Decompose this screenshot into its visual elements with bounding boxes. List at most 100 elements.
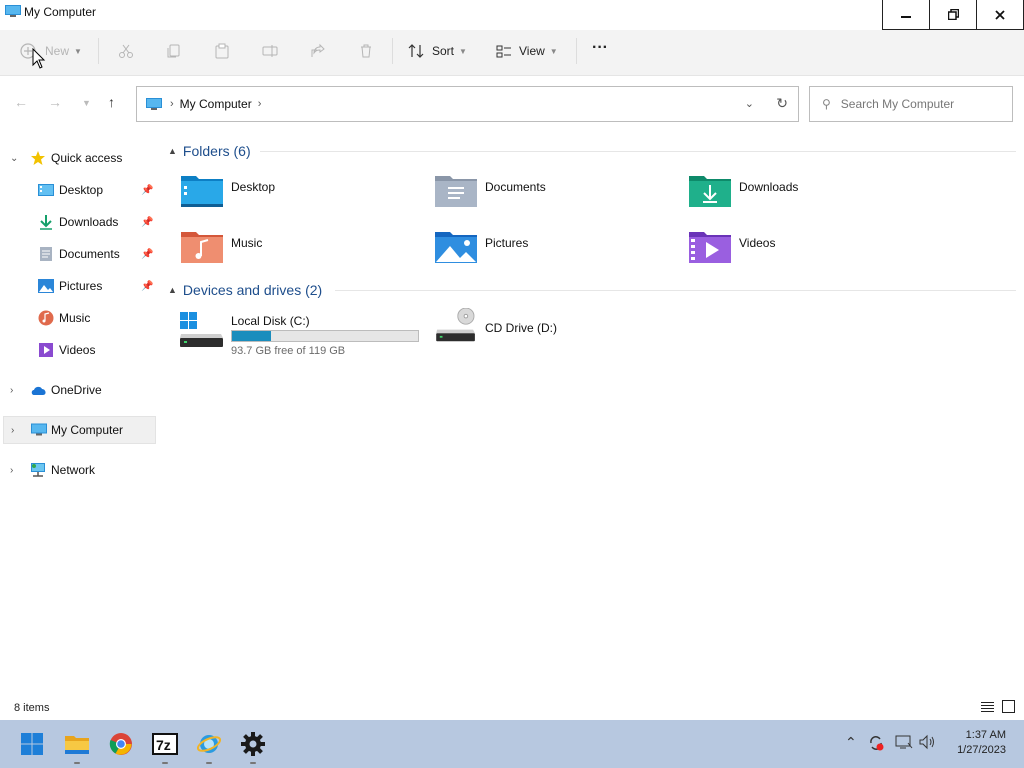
more-options-button[interactable]: ··· <box>592 35 608 61</box>
rename-button[interactable] <box>262 38 278 64</box>
breadcrumb-my-computer[interactable]: My Computer <box>180 97 252 111</box>
music-folder-icon <box>181 232 223 263</box>
folder-tile-music[interactable]: Music <box>180 228 420 272</box>
taskbar-file-explorer[interactable] <box>61 728 93 764</box>
sidebar-item-onedrive[interactable]: › OneDrive <box>0 376 156 404</box>
7zip-icon: 7z <box>152 733 178 755</box>
sync-status-icon[interactable] <box>867 734 885 755</box>
recent-locations-button[interactable]: ▼ <box>82 98 91 108</box>
running-indicator <box>250 762 256 764</box>
folder-tile-desktop[interactable]: Desktop <box>180 172 420 216</box>
back-button[interactable]: ← <box>14 94 28 110</box>
search-icon: ⚲ <box>822 97 831 111</box>
paste-icon <box>215 43 229 59</box>
onedrive-label: OneDrive <box>51 383 102 397</box>
forward-button[interactable]: → <box>48 94 62 110</box>
group-divider <box>335 290 1016 291</box>
music-icon <box>38 310 54 326</box>
pin-icon: 📌 <box>141 216 154 228</box>
item-count: 8 items <box>14 702 50 714</box>
network-icon <box>30 462 46 478</box>
documents-icon <box>38 246 54 262</box>
drives-group-header[interactable]: ▲ Devices and drives (2) <box>168 280 322 300</box>
start-icon <box>21 733 43 755</box>
sidebar-item-downloads[interactable]: Downloads 📌 <box>0 208 156 236</box>
sidebar-item-documents[interactable]: Documents 📌 <box>0 240 156 268</box>
refresh-icon[interactable]: ↻ <box>776 95 788 112</box>
folder-label: Downloads <box>739 180 799 194</box>
drive-tile-local-disk[interactable]: Local Disk (C:) 93.7 GB free of 119 GB <box>180 312 420 357</box>
sort-button[interactable]: Sort ▼ <box>408 38 467 64</box>
group-divider <box>260 151 1016 152</box>
restore-button[interactable] <box>930 0 977 30</box>
clock-date: 1/27/2023 <box>957 744 1006 756</box>
folders-group-header[interactable]: ▲ Folders (6) <box>168 141 251 161</box>
network-status-icon[interactable] <box>895 734 913 753</box>
my-computer-app-icon <box>5 5 21 17</box>
desktop-icon <box>38 182 54 198</box>
new-button[interactable]: New ▼ <box>20 38 82 64</box>
address-bar[interactable]: › My Computer › ⌄ ↻ <box>136 86 799 122</box>
folder-tile-downloads[interactable]: Downloads <box>688 172 928 216</box>
sidebar-item-videos[interactable]: Videos <box>0 336 156 364</box>
folder-tile-documents[interactable]: Documents <box>434 172 674 216</box>
volume-icon[interactable] <box>919 734 937 753</box>
drive-usage-bar <box>231 330 419 342</box>
chevron-right-icon[interactable]: › <box>10 385 13 396</box>
collapse-triangle-icon: ▲ <box>168 146 177 156</box>
sidebar-item-label: Documents <box>59 247 120 261</box>
more-icon: ··· <box>592 39 608 56</box>
folder-label: Pictures <box>485 236 529 250</box>
cut-button[interactable] <box>118 38 134 64</box>
large-icons-view-button[interactable] <box>1002 700 1015 716</box>
minimize-button[interactable] <box>883 0 930 30</box>
toolbar-divider <box>98 38 99 64</box>
search-placeholder: Search My Computer <box>840 97 955 111</box>
taskbar-internet-explorer[interactable] <box>193 728 225 764</box>
chevron-right-icon[interactable]: › <box>258 98 262 110</box>
search-box[interactable]: ⚲ Search My Computer <box>809 86 1013 122</box>
drive-tile-cd-drive[interactable]: CD Drive (D:) <box>434 308 674 352</box>
up-button[interactable]: ↑ <box>108 94 115 110</box>
my-computer-label: My Computer <box>51 423 124 437</box>
taskbar-chrome[interactable] <box>105 728 137 760</box>
drive-usage-fill <box>232 331 272 341</box>
share-button[interactable] <box>310 38 326 64</box>
delete-button[interactable] <box>358 38 374 64</box>
close-button[interactable] <box>977 0 1024 30</box>
sidebar-item-quick-access[interactable]: ⌄ Quick access <box>0 144 156 172</box>
view-button[interactable]: View ▼ <box>496 38 558 64</box>
clock[interactable]: 1:37 AM 1/27/2023 <box>957 728 1006 758</box>
sidebar-item-pictures[interactable]: Pictures 📌 <box>0 272 156 300</box>
sidebar-item-label: Pictures <box>59 279 103 293</box>
window-controls <box>882 0 1024 30</box>
folder-tile-videos[interactable]: Videos <box>688 228 928 272</box>
paste-button[interactable] <box>214 38 230 64</box>
chevron-down-icon[interactable]: ⌄ <box>10 153 18 164</box>
rename-icon <box>262 45 278 57</box>
sidebar-item-label: Desktop <box>59 183 104 197</box>
sidebar-item-desktop[interactable]: Desktop 📌 <box>0 176 156 204</box>
collapse-triangle-icon: ▲ <box>168 285 177 295</box>
show-hidden-icons-button[interactable]: ⌃ <box>845 734 857 751</box>
documents-folder-icon <box>435 176 477 207</box>
start-button[interactable] <box>16 728 48 760</box>
onedrive-icon <box>30 382 46 398</box>
running-indicator <box>74 762 80 764</box>
folder-tile-pictures[interactable]: Pictures <box>434 228 674 272</box>
chevron-right-icon[interactable]: › <box>10 465 13 476</box>
address-dropdown-icon[interactable]: ⌄ <box>745 97 754 110</box>
sidebar-item-music[interactable]: Music <box>0 304 156 332</box>
taskbar-7zip[interactable]: 7z <box>149 728 181 764</box>
desktop-folder-icon <box>181 176 223 207</box>
copy-button[interactable] <box>166 38 182 64</box>
details-view-button[interactable] <box>981 701 994 716</box>
sidebar-item-network[interactable]: › Network <box>0 456 156 484</box>
view-label: View <box>519 44 545 58</box>
close-icon <box>995 9 1005 20</box>
chrome-icon <box>109 733 132 755</box>
chevron-right-icon[interactable]: › <box>11 425 14 436</box>
taskbar-settings[interactable] <box>237 728 269 764</box>
sidebar-item-my-computer[interactable]: › My Computer <box>3 416 156 444</box>
my-computer-icon <box>146 97 162 110</box>
